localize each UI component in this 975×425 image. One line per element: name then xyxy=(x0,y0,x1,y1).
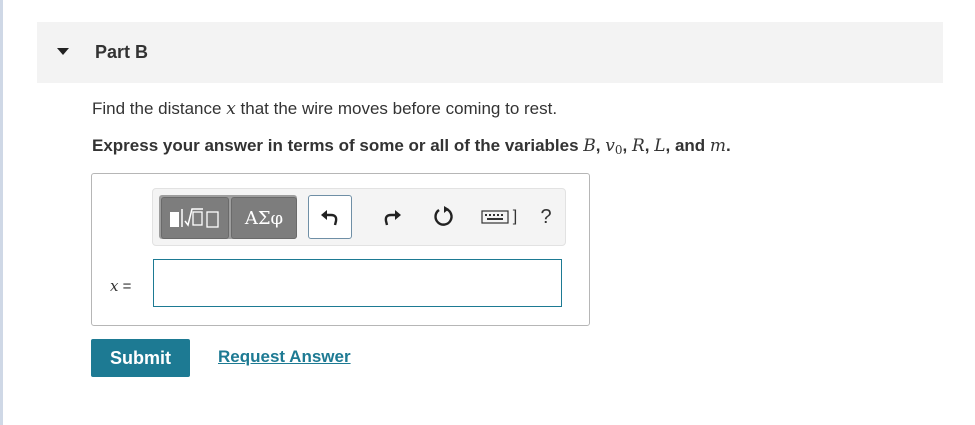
answer-input[interactable] xyxy=(153,259,562,307)
variable-v-subscript: 0 xyxy=(614,143,623,157)
left-border xyxy=(0,0,3,425)
variable-v: v xyxy=(605,136,615,156)
instruction-text: Express your answer in terms of some or … xyxy=(92,136,584,155)
reset-icon xyxy=(434,206,453,226)
answer-variable-label: x = xyxy=(110,277,131,295)
question-prompt: Find the distance x that the wire moves … xyxy=(92,99,557,119)
prompt-variable: x xyxy=(226,99,236,119)
period: . xyxy=(726,136,731,155)
separator: , xyxy=(644,136,655,155)
undo-icon xyxy=(321,210,338,226)
redo-button[interactable] xyxy=(372,195,412,239)
keyboard-bracket: ] xyxy=(512,208,518,225)
toolbar-template-group: ΑΣφ xyxy=(159,195,297,239)
submit-button[interactable]: Submit xyxy=(91,339,190,377)
help-button[interactable]: ? xyxy=(526,195,566,239)
math-toolbar: ΑΣφ] ? xyxy=(152,188,566,246)
redo-icon xyxy=(384,210,401,226)
prompt-text-start: Find the distance xyxy=(92,99,227,118)
separator-and: , and xyxy=(665,136,710,155)
variable-B: B xyxy=(583,136,596,156)
reset-button[interactable] xyxy=(423,195,463,239)
prompt-text-end: that the wire moves before coming to res… xyxy=(235,99,558,118)
keyboard-shortcuts-button[interactable]: ] xyxy=(475,195,523,239)
part-title: Part B xyxy=(95,42,149,62)
variable-v0: v0 xyxy=(605,136,623,157)
greek-symbols-button[interactable]: ΑΣφ xyxy=(231,197,297,239)
request-answer-link[interactable]: Request Answer xyxy=(218,347,351,367)
equals-sign: = xyxy=(118,278,132,295)
templates-button[interactable] xyxy=(161,197,229,239)
separator: , xyxy=(595,136,606,155)
separator: , xyxy=(622,136,632,155)
answer-instruction: Express your answer in terms of some or … xyxy=(92,136,731,157)
keyboard-icon xyxy=(481,210,509,224)
variable-m: m xyxy=(709,136,727,156)
variable-R: R xyxy=(631,136,645,156)
answer-box: ΑΣφ] ? x = xyxy=(91,173,590,326)
variable-L: L xyxy=(654,136,666,156)
part-header[interactable]: Part B xyxy=(37,22,943,83)
fraction-sqrt-template-icon xyxy=(170,208,219,228)
undo-button[interactable] xyxy=(308,195,352,239)
collapse-caret-icon[interactable] xyxy=(57,48,69,55)
